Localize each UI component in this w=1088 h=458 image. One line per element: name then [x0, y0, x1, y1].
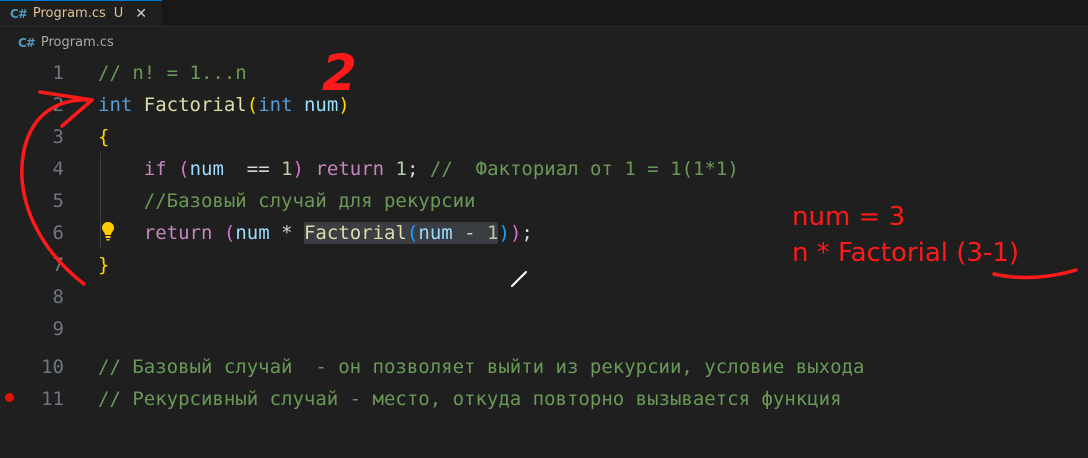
- code-variable: num: [189, 158, 224, 180]
- code-comment: // Базовый случай - он позволяет выйти и…: [98, 356, 865, 378]
- code-comment: // Рекурсивный случай - место, откуда по…: [98, 388, 842, 410]
- code-line-10[interactable]: 10 // Базовый случай - он позволяет выйт…: [0, 351, 1088, 383]
- code-keyword: return: [315, 158, 385, 180]
- code-paren: (: [178, 158, 190, 180]
- tab-program-cs[interactable]: C# Program.cs U ✕: [0, 0, 162, 26]
- code-paren: (: [246, 94, 259, 116]
- close-icon[interactable]: ✕: [135, 6, 147, 22]
- code-paren: ): [292, 158, 304, 180]
- code-line-8[interactable]: 8: [0, 281, 1088, 313]
- code-line-4[interactable]: 4 if (num == 1) return 1; // Факториал о…: [0, 153, 1088, 185]
- code-keyword: int: [98, 94, 133, 116]
- code-comment: // n! = 1...n: [98, 62, 247, 84]
- highlighted-call[interactable]: Factorial(num - 1: [303, 222, 499, 244]
- code-function-name: Factorial: [303, 222, 407, 244]
- code-brace: }: [98, 254, 110, 276]
- line-number: 9: [52, 318, 64, 340]
- code-paren: (: [406, 222, 419, 244]
- code-paren: ): [498, 222, 510, 244]
- code-line-3[interactable]: 3 {: [0, 121, 1088, 153]
- code-function-name: Factorial: [143, 94, 247, 116]
- code-number: 1: [395, 158, 407, 180]
- lightbulb-icon[interactable]: [100, 221, 116, 241]
- breadcrumb[interactable]: C# Program.cs: [18, 35, 114, 50]
- line-number: 6: [52, 222, 64, 244]
- code-operator: ==: [223, 158, 282, 180]
- csharp-file-icon: C#: [10, 6, 28, 21]
- line-number: 10: [41, 356, 64, 378]
- code-variable: num: [235, 222, 270, 244]
- untracked-status-badge: U: [113, 6, 124, 21]
- editor-tab-bar: C# Program.cs U ✕: [0, 0, 1088, 27]
- csharp-file-icon: C#: [18, 35, 36, 50]
- code-line-11[interactable]: 11 // Рекурсивный случай - место, откуда…: [0, 383, 1088, 415]
- code-variable: num: [418, 222, 453, 244]
- line-number: 5: [52, 190, 64, 212]
- code-parameter: num: [303, 94, 339, 116]
- line-number: 8: [52, 286, 64, 308]
- code-paren: ): [509, 222, 522, 244]
- code-number: 1: [281, 158, 293, 180]
- annotation-call-text: n * Factorial: [792, 238, 957, 268]
- code-comment: // Факториал от 1 = 1(1*1): [429, 158, 739, 180]
- code-semicolon: ;: [521, 222, 533, 244]
- code-line-9[interactable]: 9: [0, 313, 1088, 345]
- code-paren: (: [223, 222, 236, 244]
- code-line-5[interactable]: 5 //Базовый случай для рекурсии: [0, 185, 1088, 217]
- line-number: 3: [52, 126, 64, 148]
- code-operator: -: [452, 222, 488, 244]
- code-line-2[interactable]: 2 int Factorial(int num): [0, 89, 1088, 121]
- annotation-recursive-call: n * Factorial (3-1): [792, 238, 1019, 268]
- code-keyword: if: [143, 158, 167, 180]
- code-line-1[interactable]: 1 // n! = 1...n: [0, 57, 1088, 89]
- code-brace: {: [98, 126, 110, 148]
- code-keyword: return: [143, 222, 213, 244]
- code-number: 1: [487, 222, 499, 244]
- code-comment: //Базовый случай для рекурсии: [143, 190, 476, 212]
- tab-filename: Program.cs: [32, 6, 106, 21]
- code-keyword: int: [258, 94, 293, 116]
- annotation-num-value: num = 3: [792, 202, 906, 232]
- line-number: 7: [52, 254, 64, 276]
- code-paren: ): [338, 94, 350, 116]
- breadcrumb-filename[interactable]: Program.cs: [41, 35, 114, 50]
- line-number: 1: [52, 62, 64, 84]
- annotation-call-argument: (3-1): [956, 238, 1020, 268]
- line-number: 4: [52, 158, 64, 180]
- code-semicolon: ;: [407, 158, 419, 180]
- breakpoint-icon[interactable]: [5, 393, 14, 402]
- line-number: 2: [52, 94, 64, 116]
- code-operator: *: [269, 222, 304, 244]
